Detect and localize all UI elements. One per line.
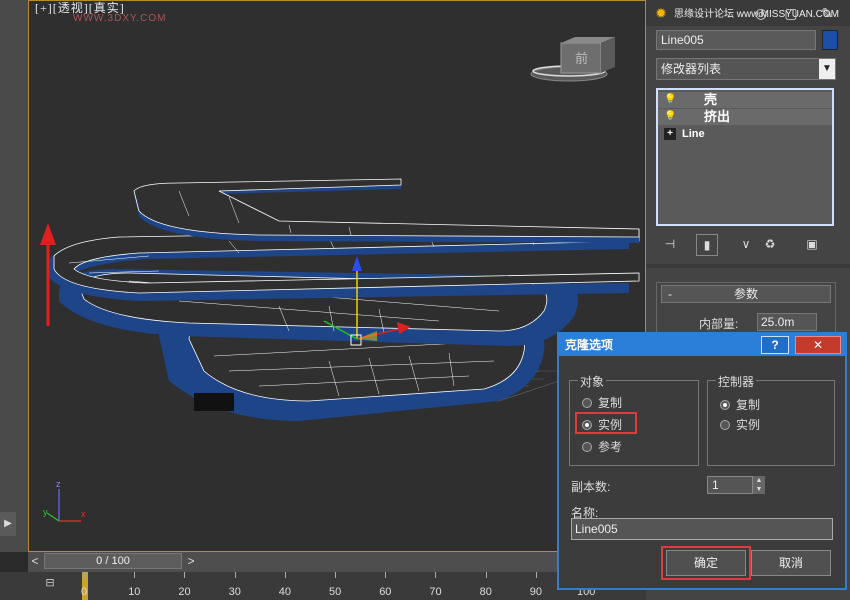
pin-stack-icon[interactable]: ⊣ [660,234,680,254]
scene-render: z x y 前 [40,37,640,522]
radio-label: 实例 [736,418,761,432]
controller-group: 控制器 复制 实例 [707,373,835,466]
time-slider-bar: < 0 / 100 > [28,552,646,572]
ruler-tick-label: 70 [429,586,442,598]
close-button[interactable]: ✕ [795,336,841,354]
ruler-tick-label: 10 [128,586,141,598]
stack-item-label: Line [682,128,705,140]
ruler-tick [435,572,437,578]
track-bar[interactable]: ⊟ 0 10 20 30 40 50 60 70 80 90 100 [0,572,646,600]
stack-item-extrude[interactable]: 💡 挤出 [658,109,832,125]
next-frame-button[interactable]: > [184,552,198,570]
display-icon[interactable]: ▢ [780,2,802,24]
object-name-field[interactable]: Line005 [656,30,816,50]
ok-highlight-box [661,546,751,580]
ruler-tick-label: 60 [379,586,392,598]
time-slider[interactable]: 0 / 100 [44,553,182,569]
viewcube-label: 前 [575,51,588,67]
copies-input[interactable]: 1 [707,476,753,494]
parameters-title: 参数 [733,287,758,301]
parameters-rollout-header[interactable]: - 参数 [661,285,831,303]
expand-arrow-icon[interactable]: ▶ [0,512,16,536]
radio-dot[interactable] [720,400,730,410]
radio-dot[interactable] [582,442,592,452]
radio-dot[interactable] [720,420,730,430]
ruler-tick [385,572,387,578]
top-ramp-level [133,178,640,243]
ruler-tick-label: 80 [479,586,492,598]
left-strip [0,0,28,552]
ruler-tick-label: 0 [81,586,88,598]
bulb-icon[interactable]: 💡 [664,111,676,123]
chevron-down-icon[interactable]: ▼ [819,59,835,79]
radio-label: 复制 [598,396,623,410]
plus-icon[interactable]: + [664,128,676,140]
ruler-tick [535,572,537,578]
ruler-tick-label: 20 [178,586,191,598]
svg-text:z: z [56,479,61,489]
ruler-tick-label: 90 [529,586,543,598]
collapse-icon[interactable]: - [668,286,672,302]
object-group-title: 对象 [578,373,607,390]
stack-item-label: 挤出 [704,109,731,124]
ruler-tick [485,572,487,578]
ruler-tick [335,572,336,578]
perspective-viewport[interactable]: z x y 前 [+][透视][真实] WWW.3DXY.COM [28,0,646,552]
ruler-tick-label: 50 [329,586,342,598]
configure-sets-icon[interactable]: ▣ [802,234,822,254]
prev-frame-button[interactable]: < [28,552,42,570]
show-end-result-icon[interactable]: ▮ [696,234,718,256]
make-unique-icon[interactable]: ∨ [736,234,756,254]
controller-group-title: 控制器 [716,373,757,390]
ruler-tick [284,572,286,578]
svg-text:x: x [81,509,86,519]
name-input[interactable]: Line005 [571,518,833,540]
ruler-tick [234,572,236,578]
mini-curve-editor-icon[interactable]: ⊟ [40,576,60,594]
stack-item-line[interactable]: + Line [658,126,832,142]
stack-item-label: 壳 [704,92,718,107]
modifier-stack[interactable]: 💡 壳 💡 挤出 + Line [656,88,834,226]
radio-label: 参考 [598,440,623,454]
utility-icon[interactable]: ✎ [816,2,838,24]
stack-item-shell[interactable]: 💡 壳 [658,92,832,108]
modifier-list-label: 修改器列表 [661,62,722,76]
object-color-swatch[interactable] [822,30,838,50]
viewcube-icon: 前 [530,37,615,82]
instance-highlight-box [575,412,637,434]
svg-text:y: y [43,507,48,517]
ruler-tick [184,572,186,578]
inner-amount-input[interactable]: 25.0m [757,313,817,331]
spinner-icon[interactable]: ▲ ▼ [753,476,765,494]
cancel-button[interactable]: 取消 [751,550,831,576]
remove-modifier-icon[interactable]: ♻ [760,234,780,254]
stack-toolbar: ⊣ ▮ ∨ ♻ ▣ [656,232,836,256]
modifier-list-dropdown[interactable]: 修改器列表 ▼ [656,58,836,80]
ruler-tick [84,572,85,578]
sun-icon[interactable]: ✹ [650,2,672,24]
ruler-tick-label: 30 [228,586,241,598]
help-button[interactable]: ? [761,336,789,354]
watermark-text: WWW.3DXY.COM [73,13,167,24]
axis-tripod-icon: z x y [43,479,86,522]
copies-label: 副本数: [571,480,611,494]
ruler-tick [134,572,136,578]
radio-label: 复制 [736,398,761,412]
bulb-icon[interactable]: 💡 [664,94,676,106]
radio-dot[interactable] [582,398,592,408]
motion-icon[interactable]: ◎ [750,2,772,24]
clone-options-dialog: 克隆选项 ? ✕ 对象 复制 实例 参考 控制器 复制 实例 副本数: 1 ▲ ▼… [557,332,847,590]
inner-amount-label: 内部量: [699,317,739,331]
divider [646,264,850,268]
command-panel-tabs: ✹ 思缘设计论坛 www.MISSYUAN.COM ◎ ▢ ✎ [646,0,850,26]
ruler-tick-label: 40 [278,586,292,598]
